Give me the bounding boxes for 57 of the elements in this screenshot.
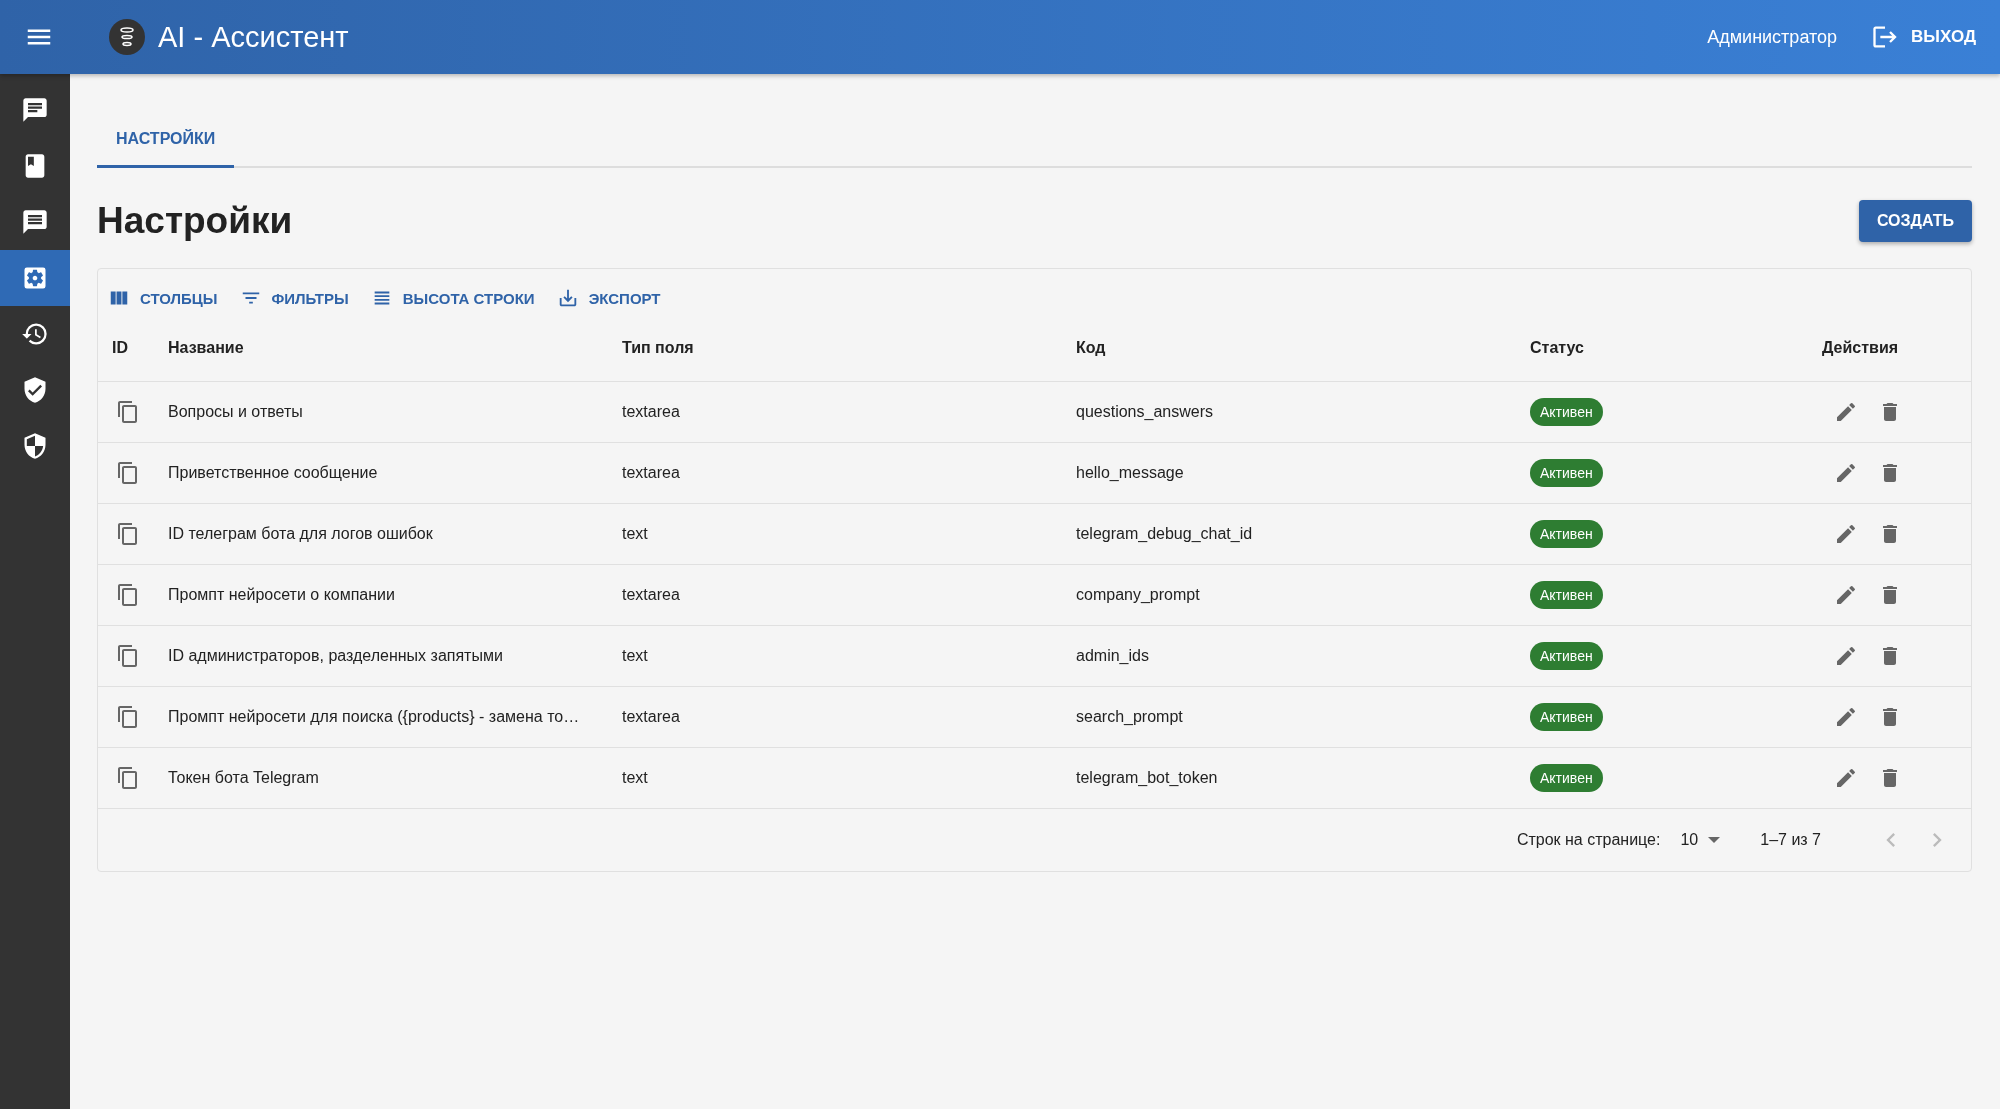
table-cell: textarea <box>622 708 680 726</box>
columns-button[interactable]: СТОЛБЦЫ <box>108 281 218 315</box>
table-cell: telegram_debug_chat_id <box>1076 525 1253 543</box>
table-cell: admin_ids <box>1076 647 1149 665</box>
status-chip: Активен <box>1530 459 1603 487</box>
table-cell: Промпт нейросети для поиска ({products} - замена то… <box>168 708 580 726</box>
edit-icon[interactable] <box>1834 705 1858 729</box>
table-cell: Вопросы и ответы <box>168 403 303 421</box>
column-header[interactable]: Статус <box>1530 339 1584 357</box>
table-cell: search_prompt <box>1076 708 1183 726</box>
table-cell: Приветственное сообщение <box>168 464 378 482</box>
row-height-button[interactable]: ВЫСОТА СТРОКИ <box>370 281 535 315</box>
table-cell: text <box>622 647 648 665</box>
page-range: 1–7 из 7 <box>1760 831 1821 849</box>
status-chip: Активен <box>1530 642 1603 670</box>
column-header[interactable]: Тип поля <box>622 339 694 357</box>
status-chip: Активен <box>1530 520 1603 548</box>
status-chip: Активен <box>1530 398 1603 426</box>
app-title: AI - Ассистент <box>158 20 350 54</box>
edit-icon[interactable] <box>1834 644 1858 668</box>
table-cell: telegram_bot_token <box>1076 769 1218 787</box>
table-cell: company_prompt <box>1076 586 1200 604</box>
edit-icon[interactable] <box>1834 461 1858 485</box>
table-cell: questions_answers <box>1076 403 1213 421</box>
edit-icon[interactable] <box>1834 400 1858 424</box>
page-title: Настройки <box>97 200 293 242</box>
logout-button[interactable]: ВЫХОД <box>1871 17 1976 57</box>
edit-icon[interactable] <box>1834 522 1858 546</box>
column-header[interactable]: Название <box>168 339 244 357</box>
table-cell: textarea <box>622 464 680 482</box>
table-cell: Токен бота Telegram <box>168 769 319 787</box>
settings-icon[interactable] <box>0 250 70 306</box>
user-name: Администратор <box>1707 26 1838 48</box>
export-button[interactable]: ЭКСПОРТ <box>556 281 661 315</box>
rows-per-page-select[interactable]: 10 <box>1680 831 1721 849</box>
status-chip: Активен <box>1530 764 1603 792</box>
table-cell: textarea <box>622 403 680 421</box>
column-header[interactable]: Действия <box>1822 339 1899 357</box>
settings-tab[interactable]: НАСТРОЙКИ <box>97 112 235 168</box>
table-cell: ID телеграм бота для логов ошибок <box>168 525 433 543</box>
column-header[interactable]: ID <box>112 339 128 357</box>
logo-icon <box>108 18 146 56</box>
status-chip: Активен <box>1530 703 1603 731</box>
table-cell: text <box>622 525 648 543</box>
create-button[interactable]: СОЗДАТЬ <box>1858 200 1972 242</box>
rows-per-page-label: Строк на странице: <box>1516 831 1661 849</box>
table-cell: ID администраторов, разделенных запятыми <box>168 647 503 665</box>
table-cell: Промпт нейросети о компании <box>168 586 395 604</box>
column-header[interactable]: Код <box>1076 339 1106 357</box>
edit-icon[interactable] <box>1834 766 1858 790</box>
edit-icon[interactable] <box>1834 583 1858 607</box>
table-cell: hello_message <box>1076 464 1184 482</box>
table-cell: textarea <box>622 586 680 604</box>
filters-button[interactable]: ФИЛЬТРЫ <box>239 281 349 315</box>
status-chip: Активен <box>1530 581 1603 609</box>
dropdown-caret-icon <box>1708 837 1721 843</box>
table-cell: text <box>622 769 648 787</box>
